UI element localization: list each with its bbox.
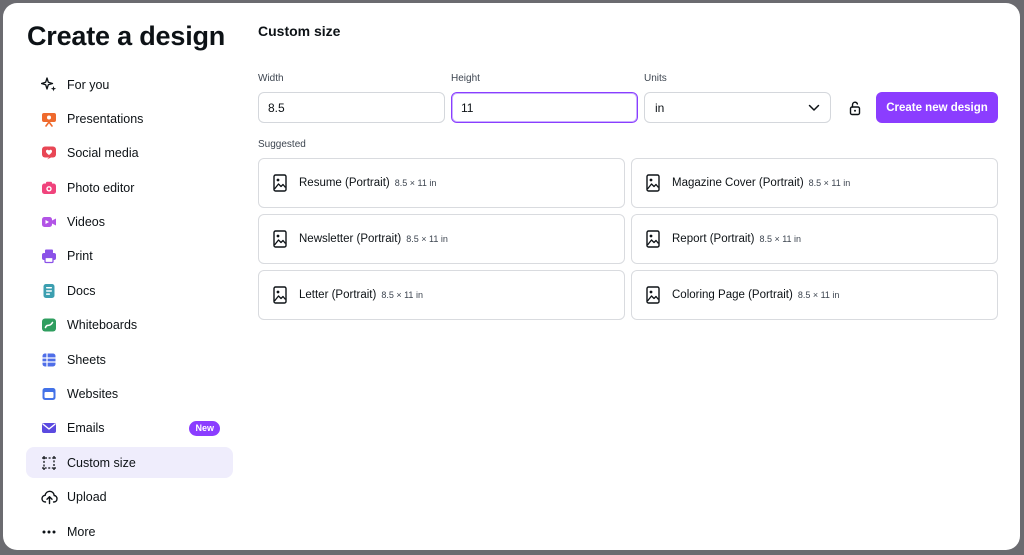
image-document-icon bbox=[273, 174, 287, 192]
sidebar-item-more[interactable]: More bbox=[26, 516, 233, 547]
create-design-modal: Create a design For you Presentations So… bbox=[3, 3, 1020, 550]
printer-icon bbox=[40, 247, 58, 265]
presentation-icon bbox=[40, 110, 58, 128]
sidebar-nav: For you Presentations Social media Photo… bbox=[26, 69, 233, 550]
more-dots-icon bbox=[40, 523, 58, 541]
units-label: Units bbox=[644, 73, 667, 84]
image-document-icon bbox=[273, 230, 287, 248]
sidebar-item-label: Social media bbox=[67, 146, 139, 161]
sparkle-icon bbox=[40, 76, 58, 94]
image-document-icon bbox=[646, 174, 660, 192]
width-label: Width bbox=[258, 73, 284, 84]
suggestion-size: 8.5 × 11 in bbox=[381, 290, 423, 300]
sidebar-item-label: Print bbox=[67, 249, 93, 264]
chevron-down-icon bbox=[808, 99, 820, 117]
sidebar: Create a design For you Presentations So… bbox=[3, 3, 243, 550]
suggestion-name: Report (Portrait) bbox=[672, 233, 755, 245]
sidebar-item-sheets[interactable]: Sheets bbox=[26, 344, 233, 375]
lock-aspect-ratio-icon[interactable] bbox=[848, 100, 862, 116]
sidebar-item-emails[interactable]: Emails New bbox=[26, 413, 233, 444]
sidebar-item-print[interactable]: Print bbox=[26, 241, 233, 272]
website-icon bbox=[40, 385, 58, 403]
sidebar-item-websites[interactable]: Websites bbox=[26, 379, 233, 410]
suggestion-size: 8.5 × 11 in bbox=[394, 178, 437, 188]
suggestion-card-newsletter[interactable]: Newsletter (Portrait) 8.5 × 11 in bbox=[258, 214, 625, 264]
suggestion-card-magazine-cover[interactable]: Magazine Cover (Portrait) 8.5 × 11 in bbox=[631, 158, 998, 208]
suggestion-card-report[interactable]: Report (Portrait) 8.5 × 11 in bbox=[631, 214, 998, 264]
sidebar-item-label: Emails bbox=[67, 421, 105, 436]
sidebar-item-label: More bbox=[67, 524, 96, 539]
sidebar-item-social-media[interactable]: Social media bbox=[26, 138, 233, 169]
section-title: Custom size bbox=[258, 23, 341, 39]
sidebar-item-custom-size[interactable]: Custom size bbox=[26, 447, 233, 479]
page-title: Create a design bbox=[27, 21, 226, 51]
height-label: Height bbox=[451, 73, 480, 84]
suggestion-name: Coloring Page (Portrait) bbox=[672, 289, 793, 301]
suggested-label: Suggested bbox=[258, 139, 306, 150]
sheets-icon bbox=[40, 351, 58, 369]
whiteboard-icon bbox=[40, 316, 58, 334]
sidebar-item-label: Photo editor bbox=[67, 180, 135, 195]
custom-size-panel: Custom size Width Height Units in Create… bbox=[258, 3, 1020, 550]
image-document-icon bbox=[646, 230, 660, 248]
suggestion-card-coloring-page[interactable]: Coloring Page (Portrait) 8.5 × 11 in bbox=[631, 270, 998, 320]
suggestion-name: Letter (Portrait) bbox=[299, 289, 377, 301]
suggestion-card-resume[interactable]: Resume (Portrait) 8.5 × 11 in bbox=[258, 158, 625, 208]
sidebar-item-label: Docs bbox=[67, 283, 96, 298]
custom-size-icon bbox=[40, 454, 58, 472]
create-new-design-button[interactable]: Create new design bbox=[876, 92, 998, 123]
sidebar-item-upload[interactable]: Upload bbox=[26, 482, 233, 513]
sidebar-item-docs[interactable]: Docs bbox=[26, 275, 233, 306]
sidebar-item-videos[interactable]: Videos bbox=[26, 207, 233, 238]
suggestion-size: 8.5 × 11 in bbox=[406, 234, 448, 244]
video-icon bbox=[40, 213, 58, 231]
suggestion-card-letter[interactable]: Letter (Portrait) 8.5 × 11 in bbox=[258, 270, 625, 320]
sidebar-item-photo-editor[interactable]: Photo editor bbox=[26, 172, 233, 203]
sidebar-item-label: Upload bbox=[67, 490, 107, 505]
sidebar-item-label: Whiteboards bbox=[67, 318, 138, 333]
doc-icon bbox=[40, 282, 58, 300]
sidebar-item-label: For you bbox=[67, 77, 110, 92]
sidebar-item-label: Presentations bbox=[67, 111, 144, 126]
suggestion-name: Resume (Portrait) bbox=[299, 177, 390, 189]
suggestion-size: 8.5 × 11 in bbox=[759, 234, 802, 244]
sidebar-item-presentations[interactable]: Presentations bbox=[26, 103, 233, 134]
camera-icon bbox=[40, 179, 58, 197]
sidebar-item-label: Videos bbox=[67, 215, 105, 230]
image-document-icon bbox=[646, 286, 660, 304]
upload-cloud-icon bbox=[40, 488, 58, 506]
image-document-icon bbox=[273, 286, 287, 304]
sidebar-item-for-you[interactable]: For you bbox=[26, 69, 233, 100]
sidebar-item-whiteboards[interactable]: Whiteboards bbox=[26, 310, 233, 341]
heart-icon bbox=[40, 144, 58, 162]
suggestion-name: Magazine Cover (Portrait) bbox=[672, 177, 804, 189]
units-value: in bbox=[655, 100, 665, 115]
width-input[interactable] bbox=[258, 92, 445, 123]
suggestion-size: 8.5 × 11 in bbox=[797, 290, 840, 300]
units-select[interactable]: in bbox=[644, 92, 831, 123]
sidebar-item-label: Custom size bbox=[67, 455, 136, 470]
sidebar-item-label: Websites bbox=[67, 387, 119, 402]
sidebar-item-label: Sheets bbox=[67, 352, 106, 367]
new-badge: New bbox=[189, 420, 220, 436]
suggestion-name: Newsletter (Portrait) bbox=[299, 233, 402, 245]
suggestion-size: 8.5 × 11 in bbox=[808, 178, 851, 188]
height-input[interactable] bbox=[451, 92, 638, 123]
email-icon bbox=[40, 419, 58, 437]
